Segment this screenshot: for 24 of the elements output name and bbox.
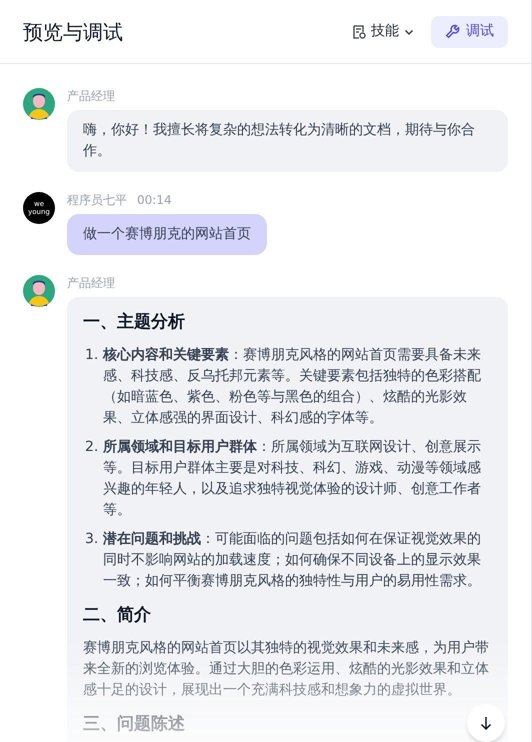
list-item-text: 潜在问题和挑战：可能面临的问题包括如何在保证视觉效果的同时不影响网站的加载速度；如何确保不同设备上的显示效果一致；如何平衡赛博朋克风格的独特性与用户的易用性需求。 — [103, 530, 482, 591]
message-bubble: 嗨，你好！我擅长将复杂的想法转化为清晰的文档，期待与你合作。 — [67, 110, 508, 172]
list-number: 1. — [84, 346, 100, 365]
paragraph: 赛博朋克风格的网站首页以其独特的视觉效果和未来感，为用户带来全新的浏览体验。通过大胆的色彩运用、炫酷的光影效果和立体感十足的设计，展现出一个充满科技感和想象力的虚拟世界。 — [83, 639, 490, 700]
arrow-down-icon — [478, 715, 494, 731]
avatar — [23, 275, 55, 307]
wrench-icon — [445, 24, 460, 39]
list-item-text: 核心内容和关键要素：赛博朋克风格的网站首页需要具备未来感、科技感、反乌托邦元素等。关键要素包括独特的色彩搭配（如暗蓝色、紫色、粉色等与黑色的组合）、炫酷的光影效果、立体感强的界面设计、科幻感的字体等。 — [103, 346, 482, 428]
sender-name: 产品经理 — [67, 88, 115, 104]
sender-name: 产品经理 — [67, 275, 115, 291]
document-icon — [351, 24, 367, 40]
section-heading: 三、问题陈述 — [83, 713, 185, 736]
message-bubble: 做一个赛博朋克的网站首页 — [67, 214, 267, 255]
section-heading: 二、简介 — [83, 604, 151, 627]
list-number: 3. — [84, 530, 100, 549]
panel-title: 预览与调试 — [23, 18, 123, 46]
sender-name: 程序员七平 — [67, 192, 127, 208]
section-heading: 一、主题分析 — [83, 311, 185, 334]
skills-dropdown[interactable]: 技能 — [351, 21, 415, 42]
debug-button[interactable]: 调试 — [431, 16, 508, 48]
list-item-text: 所属领域和目标用户群体：所属领域为互联网设计、创意展示等。目标用户群体主要是对科技、科幻、游戏、动漫等领域感兴趣的年轻人，以及追求独特视觉体验的设计师、创意工作者等。 — [103, 438, 482, 520]
message-time: 00:14 — [137, 192, 172, 208]
list-number: 2. — [84, 438, 100, 457]
avatar — [23, 88, 55, 120]
